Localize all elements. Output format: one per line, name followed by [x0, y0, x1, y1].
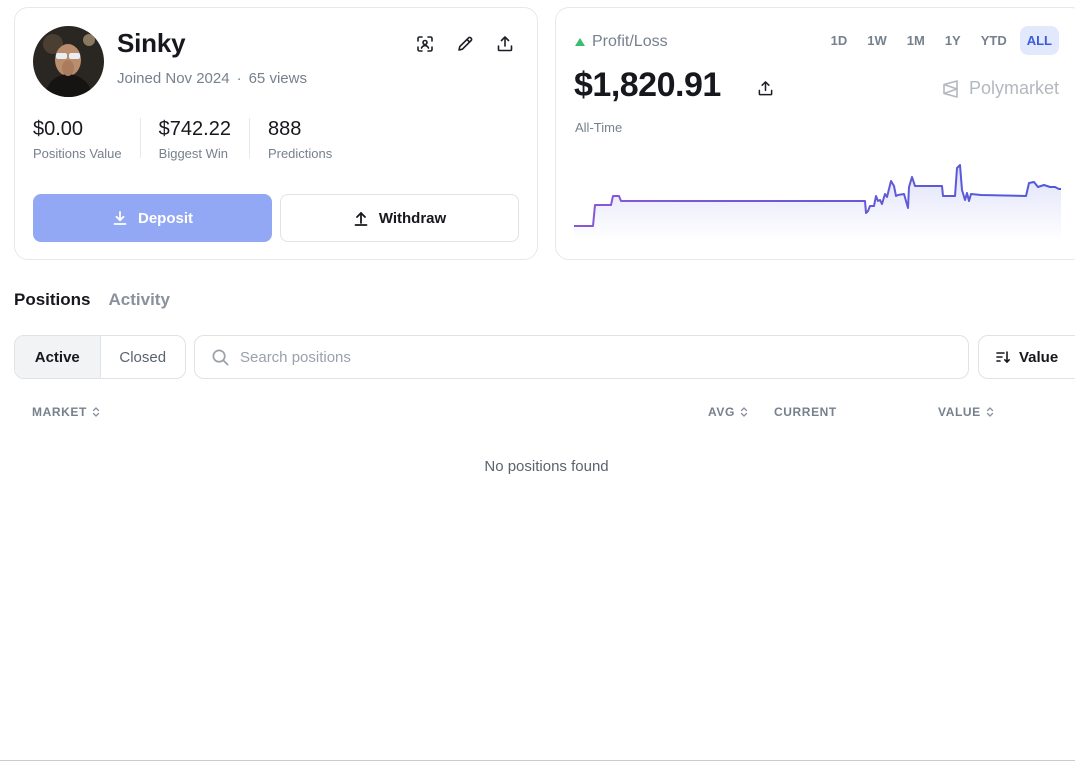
- pnl-label-text: Profit/Loss: [592, 33, 668, 50]
- status-toggle: Active Closed: [14, 335, 186, 379]
- bottom-divider: [0, 760, 1075, 761]
- range-tab-ytd[interactable]: YTD: [974, 26, 1014, 55]
- range-tab-1y[interactable]: 1Y: [938, 26, 968, 55]
- joined-date: Joined Nov 2024: [117, 70, 230, 87]
- pnl-value: $1,820.91: [574, 66, 721, 104]
- column-market[interactable]: MARKET: [32, 405, 101, 419]
- stat-value: $0.00: [33, 118, 84, 140]
- share-icon[interactable]: [755, 78, 775, 98]
- stat-positions-value: $0.00 Positions Value: [33, 118, 141, 161]
- range-tab-1m[interactable]: 1M: [900, 26, 932, 55]
- stat-biggest-win: $742.22 Biggest Win: [158, 118, 250, 161]
- deposit-button[interactable]: Deposit: [33, 194, 272, 242]
- tab-activity[interactable]: Activity: [109, 290, 170, 310]
- pnl-card: Profit/Loss 1D 1W 1M 1Y YTD ALL $1,820.9…: [555, 7, 1075, 260]
- username: Sinky: [117, 28, 186, 58]
- view-count: 65 views: [248, 70, 307, 87]
- withdraw-label: Withdraw: [378, 209, 447, 227]
- profile-meta: Joined Nov 2024 · 65 views: [117, 70, 307, 87]
- column-current: CURRENT: [774, 405, 837, 419]
- column-avg[interactable]: AVG: [708, 405, 749, 419]
- active-filter-button[interactable]: Active: [15, 336, 101, 378]
- search-box[interactable]: [194, 335, 969, 379]
- sort-button[interactable]: Value: [978, 335, 1075, 379]
- sort-icon: [996, 351, 1010, 363]
- pnl-sparkline: [574, 164, 1061, 241]
- tab-positions[interactable]: Positions: [14, 290, 91, 310]
- withdraw-button[interactable]: Withdraw: [280, 194, 519, 242]
- pencil-icon[interactable]: [455, 34, 475, 54]
- column-label: MARKET: [32, 405, 87, 419]
- sort-chevrons-icon: [740, 407, 748, 417]
- stat-value: $742.22: [158, 118, 231, 140]
- pnl-area: [574, 165, 1061, 241]
- pnl-label: Profit/Loss: [575, 33, 668, 51]
- stat-value: 888: [267, 118, 302, 140]
- sort-chevrons-icon: [92, 407, 100, 417]
- polymarket-logo: Polymarket: [941, 78, 1059, 99]
- download-icon: [113, 211, 127, 225]
- meta-separator: ·: [236, 70, 242, 87]
- pnl-period: All-Time: [575, 120, 623, 135]
- range-tab-1w[interactable]: 1W: [860, 26, 894, 55]
- column-label: VALUE: [938, 405, 981, 419]
- search-icon: [212, 349, 229, 365]
- range-tab-1d[interactable]: 1D: [824, 26, 855, 55]
- upload-icon: [354, 212, 368, 226]
- stat-label: Positions Value: [33, 146, 122, 161]
- polymarket-icon: [943, 79, 958, 98]
- sort-label: Value: [1019, 348, 1059, 366]
- stat-label: Predictions: [267, 146, 333, 161]
- stat-predictions: 888 Predictions: [267, 118, 350, 161]
- scan-icon[interactable]: [415, 34, 435, 54]
- sort-chevrons-icon: [986, 407, 993, 417]
- share-icon[interactable]: [495, 34, 515, 54]
- up-triangle-icon: [575, 38, 585, 46]
- profile-stats: $0.00 Positions Value $742.22 Biggest Wi…: [33, 118, 368, 161]
- page-tabs: Positions Activity: [14, 290, 170, 310]
- deposit-label: Deposit: [137, 209, 193, 227]
- range-tabs: 1D 1W 1M 1Y YTD ALL: [824, 26, 1059, 55]
- column-label: AVG: [708, 405, 735, 419]
- brand-name: Polymarket: [968, 78, 1059, 98]
- search-input[interactable]: [240, 348, 940, 366]
- profile-actions: [415, 34, 515, 54]
- column-value[interactable]: VALUE: [938, 405, 995, 419]
- empty-state: No positions found: [484, 458, 609, 475]
- avatar[interactable]: [33, 26, 104, 97]
- stat-label: Biggest Win: [158, 146, 229, 161]
- column-label: CURRENT: [774, 405, 837, 419]
- closed-filter-button[interactable]: Closed: [101, 336, 186, 378]
- range-tab-all[interactable]: ALL: [1019, 26, 1059, 55]
- profile-card: Sinky Joined Nov 2024 · 65 views $0.00 P…: [14, 7, 538, 260]
